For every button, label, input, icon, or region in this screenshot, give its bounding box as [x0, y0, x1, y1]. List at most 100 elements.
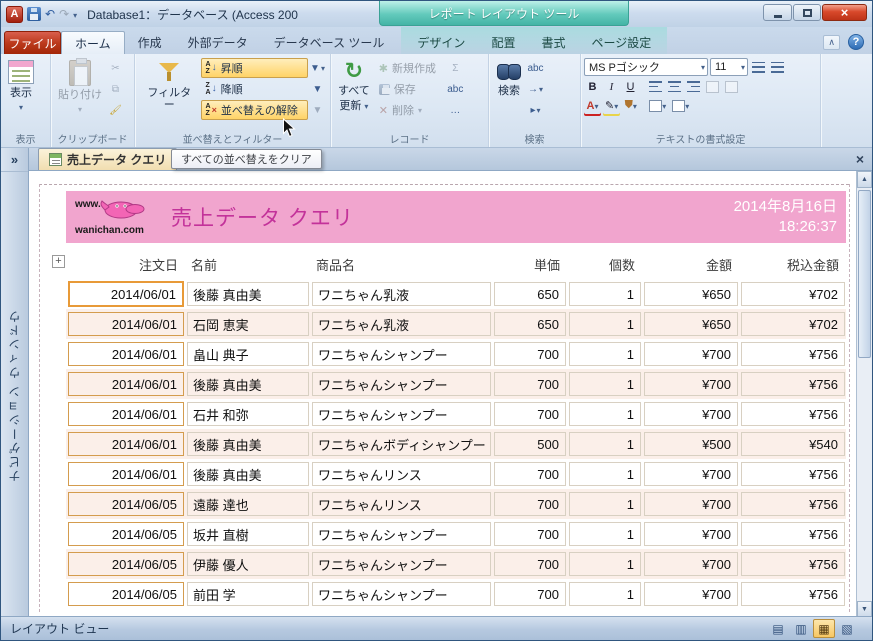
minimize-ribbon-icon[interactable]: ∧ [823, 34, 840, 50]
fill-color-icon[interactable]: ⛊︎ [622, 97, 639, 114]
goto-icon[interactable]: → [526, 79, 545, 99]
vertical-scrollbar[interactable]: ▲ ▼ [856, 171, 872, 618]
scroll-up-icon[interactable]: ▲ [857, 171, 872, 188]
cell-order-date[interactable]: 2014/06/05 [68, 582, 184, 606]
cell-order-date[interactable]: 2014/06/01 [68, 342, 184, 366]
column-header-tax-amount[interactable]: 税込金額 [741, 251, 845, 277]
cell-amount[interactable]: ¥500 [644, 432, 738, 456]
view-button[interactable]: 表示 [4, 57, 38, 117]
copy-icon[interactable]: ⧉ [106, 79, 125, 99]
cell-quantity[interactable]: 1 [569, 522, 641, 546]
cell-name[interactable]: 石岡 恵実 [187, 312, 309, 336]
cell-product[interactable]: ワニちゃん乳液 [312, 282, 491, 306]
layout-selector-icon[interactable]: + [52, 255, 65, 268]
cell-name[interactable]: 後藤 真由美 [187, 432, 309, 456]
report-layout-canvas[interactable]: www. wanichan.com 売上データ クエリ 2014年8月16日 1… [29, 171, 857, 618]
cell-unit-price[interactable]: 700 [494, 582, 566, 606]
document-tab[interactable]: 売上データ クエリ [38, 148, 178, 170]
cell-quantity[interactable]: 1 [569, 492, 641, 516]
navigation-pane-label[interactable]: ナビゲーション ウィンドウ [6, 172, 23, 618]
cell-order-date[interactable]: 2014/06/01 [68, 462, 184, 486]
report-header[interactable]: www. wanichan.com 売上データ クエリ 2014年8月16日 1… [66, 191, 846, 243]
cut-icon[interactable]: ✂ [106, 58, 125, 78]
cell-amount[interactable]: ¥700 [644, 462, 738, 486]
cell-order-date[interactable]: 2014/06/01 [68, 372, 184, 396]
tab-design[interactable]: デザイン [404, 31, 478, 54]
cell-quantity[interactable]: 1 [569, 312, 641, 336]
refresh-all-button[interactable]: ↻ すべて 更新 [334, 57, 374, 116]
cell-tax-amount[interactable]: ¥756 [741, 342, 845, 366]
cell-tax-amount[interactable]: ¥756 [741, 492, 845, 516]
close-button[interactable]: × [822, 4, 867, 21]
column-header-order-date[interactable]: 注文日 [68, 251, 184, 277]
report-view-button[interactable]: ▤ [767, 619, 789, 638]
cell-name[interactable]: 坂井 直樹 [187, 522, 309, 546]
cell-order-date[interactable]: 2014/06/05 [68, 492, 184, 516]
tab-page-setup[interactable]: ページ設定 [578, 31, 664, 54]
cell-unit-price[interactable]: 700 [494, 552, 566, 576]
bullets-icon[interactable] [769, 59, 786, 76]
cell-order-date[interactable]: 2014/06/01 [68, 432, 184, 456]
cell-name[interactable]: 伊藤 優人 [187, 552, 309, 576]
cell-product[interactable]: ワニちゃんシャンプー [312, 402, 491, 426]
cell-name[interactable]: 前田 学 [187, 582, 309, 606]
column-header-unit-price[interactable]: 単価 [494, 251, 566, 277]
cell-name[interactable]: 後藤 真由美 [187, 462, 309, 486]
cell-name[interactable]: 石井 和弥 [187, 402, 309, 426]
cell-order-date[interactable]: 2014/06/01 [68, 281, 184, 307]
access-app-icon[interactable]: A [6, 5, 23, 23]
layout-view-button[interactable]: ▦ [813, 619, 835, 638]
cell-quantity[interactable]: 1 [569, 282, 641, 306]
cell-name[interactable]: 畠山 典子 [187, 342, 309, 366]
replace-icon[interactable]: abc [526, 58, 545, 78]
cell-quantity[interactable]: 1 [569, 342, 641, 366]
cell-quantity[interactable]: 1 [569, 372, 641, 396]
select-icon[interactable]: ▸ [526, 100, 545, 120]
cell-product[interactable]: ワニちゃんシャンプー [312, 372, 491, 396]
cell-amount[interactable]: ¥650 [644, 282, 738, 306]
cell-order-date[interactable]: 2014/06/01 [68, 312, 184, 336]
column-header-product[interactable]: 商品名 [312, 251, 491, 277]
report-title[interactable]: 売上データ クエリ [171, 202, 354, 232]
cell-amount[interactable]: ¥700 [644, 402, 738, 426]
cell-product[interactable]: ワニちゃんシャンプー [312, 522, 491, 546]
column-header-amount[interactable]: 金額 [644, 251, 738, 277]
cell-tax-amount[interactable]: ¥756 [741, 582, 845, 606]
cell-amount[interactable]: ¥650 [644, 312, 738, 336]
close-document-icon[interactable]: × [856, 152, 864, 166]
filter-button[interactable]: フィルター [138, 57, 201, 114]
cell-name[interactable]: 後藤 真由美 [187, 282, 309, 306]
more-records-icon[interactable]: … [446, 100, 465, 120]
cell-unit-price[interactable]: 650 [494, 312, 566, 336]
find-button[interactable]: 検索 [492, 57, 526, 100]
cell-product[interactable]: ワニちゃんシャンプー [312, 552, 491, 576]
tab-create[interactable]: 作成 [125, 31, 175, 54]
sort-descending-button[interactable]: Z A ↓ 降順 [201, 79, 308, 99]
cell-amount[interactable]: ¥700 [644, 552, 738, 576]
gridlines-icon[interactable] [647, 97, 668, 114]
cell-unit-price[interactable]: 700 [494, 402, 566, 426]
cell-quantity[interactable]: 1 [569, 432, 641, 456]
column-header-name[interactable]: 名前 [187, 251, 309, 277]
maximize-button[interactable] [793, 4, 821, 21]
tab-arrange[interactable]: 配置 [478, 31, 528, 54]
cell-unit-price[interactable]: 700 [494, 462, 566, 486]
cell-amount[interactable]: ¥700 [644, 492, 738, 516]
tab-file[interactable]: ファイル [4, 31, 61, 54]
cell-unit-price[interactable]: 700 [494, 492, 566, 516]
tab-external-data[interactable]: 外部データ [175, 31, 261, 54]
paste-button[interactable]: 貼り付け [54, 57, 106, 119]
align-left-icon[interactable] [647, 78, 664, 95]
cell-product[interactable]: ワニちゃんシャンプー [312, 582, 491, 606]
cell-tax-amount[interactable]: ¥756 [741, 462, 845, 486]
cell-product[interactable]: ワニちゃんボディシャンプー [312, 432, 491, 456]
clear-sort-button[interactable]: A Z × 並べ替えの解除 [200, 100, 308, 120]
minimize-button[interactable] [763, 4, 792, 21]
cell-product[interactable]: ワニちゃん乳液 [312, 312, 491, 336]
cell-name[interactable]: 遠藤 達也 [187, 492, 309, 516]
undo-icon[interactable]: ↶ [45, 8, 55, 20]
cell-amount[interactable]: ¥700 [644, 342, 738, 366]
tab-format[interactable]: 書式 [528, 31, 578, 54]
advanced-filter-icon[interactable]: ▼ [308, 58, 327, 78]
cell-tax-amount[interactable]: ¥702 [741, 312, 845, 336]
